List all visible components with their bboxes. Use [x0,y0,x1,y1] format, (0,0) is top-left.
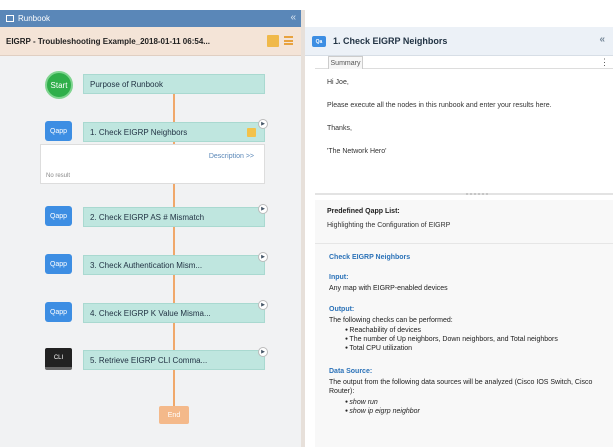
message-line: Hi Joe, [327,79,349,86]
qapp-icon[interactable]: Qapp [45,121,72,141]
qapp-icon[interactable]: Qapp [45,302,72,322]
input-label: Input: [329,274,349,281]
runbook-title-bar: EIGRP - Troubleshooting Example_2018-01-… [0,27,301,56]
play-icon[interactable]: ▶ [258,119,268,129]
node-purpose[interactable]: Purpose of Runbook [83,74,265,94]
list-item: The number of Up neighbors, Down neighbo… [345,335,557,344]
detail-panel: Qa 1. Check EIGRP Neighbors « Summary ⋮ … [305,10,613,447]
output-text: The following checks can be performed: [329,317,453,324]
output-list: Reachability of devices The number of Up… [345,326,558,353]
collapse-right-icon[interactable]: « [599,34,605,45]
description-link[interactable]: Description >> [209,153,254,160]
summary-message: Hi Joe, Please execute all the nodes in … [327,78,607,170]
node-check-eigrp-neighbors[interactable]: 1. Check EIGRP Neighbors ▶ [83,119,268,142]
divider [315,243,613,244]
message-line: Please execute all the nodes in this run… [327,102,552,109]
section-title: Check EIGRP Neighbors [329,254,411,261]
result-status: No result [46,173,71,179]
play-icon[interactable]: ▶ [258,252,268,262]
node-label: 2. Check EIGRP AS # Mismatch [90,212,205,222]
list-item: Reachability of devices [345,326,558,335]
cli-icon[interactable]: CLI [45,348,72,370]
detail-header: Qa 1. Check EIGRP Neighbors « [305,27,613,56]
more-options-icon[interactable]: ⋮ [600,57,609,68]
datasource-text: The output from the following data sourc… [329,379,593,395]
runbook-flow: Start Purpose of Runbook Qapp 1. Check E… [0,56,301,447]
menu-icon[interactable] [284,36,293,45]
list-item: show ip eigrp neighbor [345,407,419,416]
node-label: Purpose of Runbook [90,79,163,89]
tab-summary[interactable]: Summary [328,56,363,69]
node-retrieve-cli[interactable]: 5. Retrieve EIGRP CLI Comma... ▶ [83,347,268,370]
qapp-icon[interactable]: Qapp [45,206,72,226]
qapp-icon[interactable]: Qapp [45,254,72,274]
list-item: Total CPU utilization [345,344,558,353]
message-line: Thanks, [327,125,352,132]
node-label: 3. Check Authentication Mism... [90,260,203,270]
output-label: Output: [329,306,355,313]
start-node-icon[interactable]: Start [45,71,73,99]
node-label: 1. Check EIGRP Neighbors [90,127,188,137]
runbook-title: EIGRP - Troubleshooting Example_2018-01-… [6,36,210,46]
end-node[interactable]: End [159,406,189,424]
node-check-k-value[interactable]: 4. Check EIGRP K Value Misma... ▶ [83,300,268,323]
detail-tabs: Summary ⋮ [315,56,613,69]
message-line: 'The Network Hero' [327,148,387,155]
detail-title: 1. Check EIGRP Neighbors [333,36,448,46]
runbook-panel: Runbook « EIGRP - Troubleshooting Exampl… [0,10,301,447]
runbook-tab-label: Runbook [18,14,51,23]
node-label: 5. Retrieve EIGRP CLI Comma... [90,355,208,365]
node-label: 4. Check EIGRP K Value Misma... [90,308,211,318]
qapp-small-icon: Qa [312,36,326,47]
list-item: show run [345,398,420,407]
app-root: Runbook « EIGRP - Troubleshooting Exampl… [0,0,613,447]
play-icon[interactable]: ▶ [258,347,268,357]
datasource-list: show run show ip eigrp neighbor [345,398,420,416]
play-icon[interactable]: ▶ [258,300,268,310]
play-icon[interactable]: ▶ [258,204,268,214]
input-text: Any map with EIGRP-enabled devices [329,285,448,292]
node-check-as-mismatch[interactable]: 2. Check EIGRP AS # Mismatch ▶ [83,204,268,227]
node-result-box: Description >> No result [40,144,265,184]
predefined-label: Predefined Qapp List: [327,208,400,215]
node-check-authentication[interactable]: 3. Check Authentication Mism... ▶ [83,252,268,275]
runbook-tab[interactable]: Runbook « [0,10,301,27]
collapse-left-icon[interactable]: « [290,12,296,23]
predefined-value: Highlighting the Configuration of EIGRP [327,222,451,229]
edit-icon[interactable] [267,35,279,47]
datasource-label: Data Source: [329,368,373,375]
section-splitter[interactable] [315,192,613,196]
flag-icon [247,128,256,137]
runbook-icon [6,15,14,22]
